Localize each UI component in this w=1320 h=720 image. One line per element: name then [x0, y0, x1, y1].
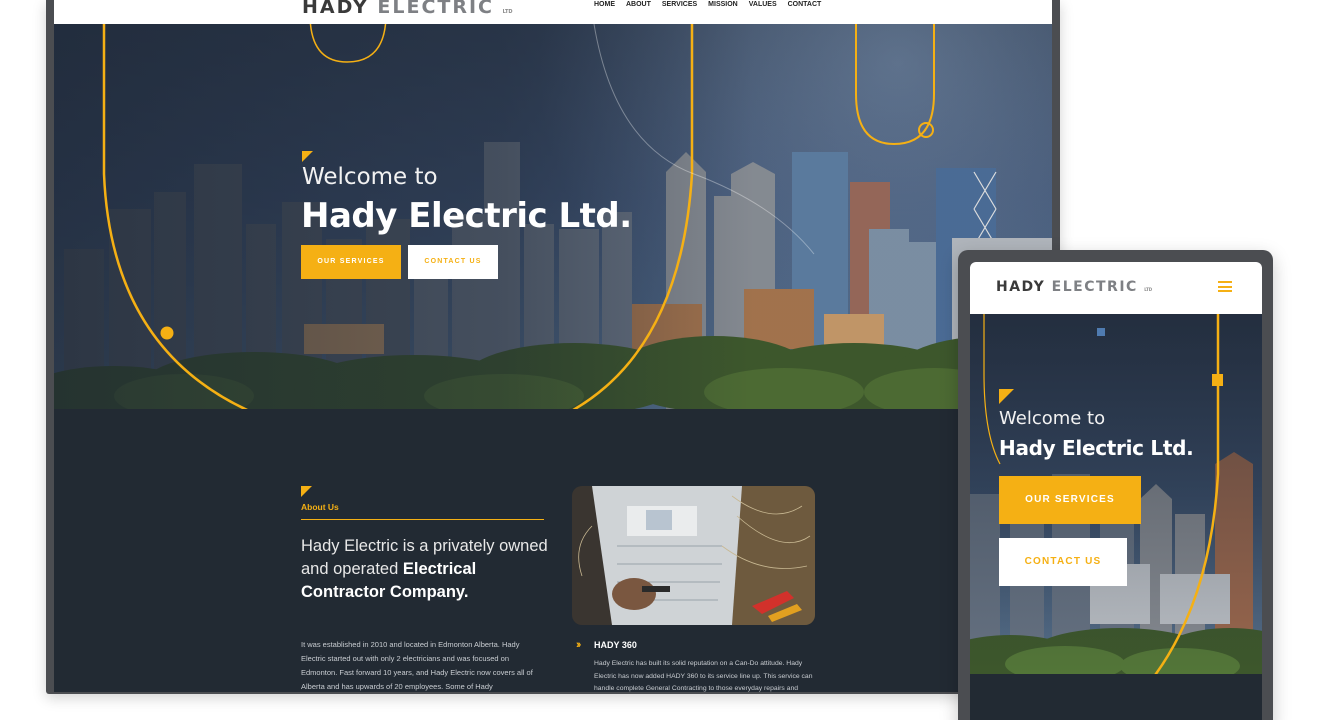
nav-mission[interactable]: MISSION	[708, 0, 738, 10]
desktop-screen: HADY ELECTRIC LTD HOME ABOUT SERVICES MI…	[54, 0, 1052, 692]
nav-services[interactable]: SERVICES	[662, 0, 697, 10]
chevron-right-icon: ››	[576, 639, 582, 651]
mockup-stage: HADY ELECTRIC LTD HOME ABOUT SERVICES MI…	[0, 0, 1320, 720]
contact-us-button[interactable]: CONTACT US	[408, 245, 498, 279]
about-headline: Hady Electric is a privately owned and o…	[301, 537, 548, 601]
our-services-button[interactable]: OUR SERVICES	[301, 245, 401, 279]
site-header: HADY ELECTRIC LTD HOME ABOUT SERVICES MI…	[54, 0, 1052, 24]
hero-section: Welcome to Hady Electric Ltd. OUR SERVIC…	[54, 24, 1052, 409]
hady360-paragraph: Hady Electric has built its solid reputa…	[594, 660, 813, 692]
nav-home[interactable]: HOME	[594, 0, 615, 10]
about-label: About Us	[301, 502, 339, 512]
nav-about[interactable]: ABOUT	[626, 0, 651, 10]
mobile-hero-section: Welcome to Hady Electric Ltd. OUR SERVIC…	[970, 314, 1262, 674]
mobile-hero-company-name: Hady Electric Ltd.	[999, 436, 1194, 460]
accent-flag-icon	[301, 486, 312, 497]
mobile-contact-us-button[interactable]: CONTACT US	[999, 538, 1127, 586]
nav-contact[interactable]: CONTACT	[788, 0, 822, 10]
about-paragraph: It was established in 2010 and located i…	[301, 640, 533, 691]
accent-flag-icon	[302, 151, 313, 162]
main-nav: HOME ABOUT SERVICES MISSION VALUES CONTA…	[594, 0, 821, 10]
mobile-hero-welcome: Welcome to	[999, 408, 1106, 429]
mobile-our-services-button[interactable]: OUR SERVICES	[999, 476, 1141, 524]
electrical-panel-illustration	[572, 486, 815, 625]
mobile-site-logo[interactable]: HADY ELECTRIC LTD	[996, 279, 1152, 295]
nav-values[interactable]: VALUES	[749, 0, 777, 10]
about-divider	[301, 519, 544, 520]
hady360-title: HADY 360	[594, 640, 637, 650]
site-logo[interactable]: HADY ELECTRIC LTD	[302, 0, 513, 18]
hamburger-menu-icon[interactable]	[1218, 281, 1232, 292]
electrical-panel-photo	[572, 486, 815, 625]
mobile-header: HADY ELECTRIC LTD	[970, 262, 1262, 314]
accent-flag-icon	[999, 389, 1014, 404]
hero-company-name: Hady Electric Ltd.	[301, 196, 632, 236]
mobile-dark-section	[970, 674, 1262, 720]
mobile-screen: HADY ELECTRIC LTD Welcome to Hady Electr…	[970, 262, 1262, 720]
about-section: About Us Hady Electric is a privately ow…	[54, 409, 1052, 692]
hero-welcome: Welcome to	[302, 164, 438, 190]
